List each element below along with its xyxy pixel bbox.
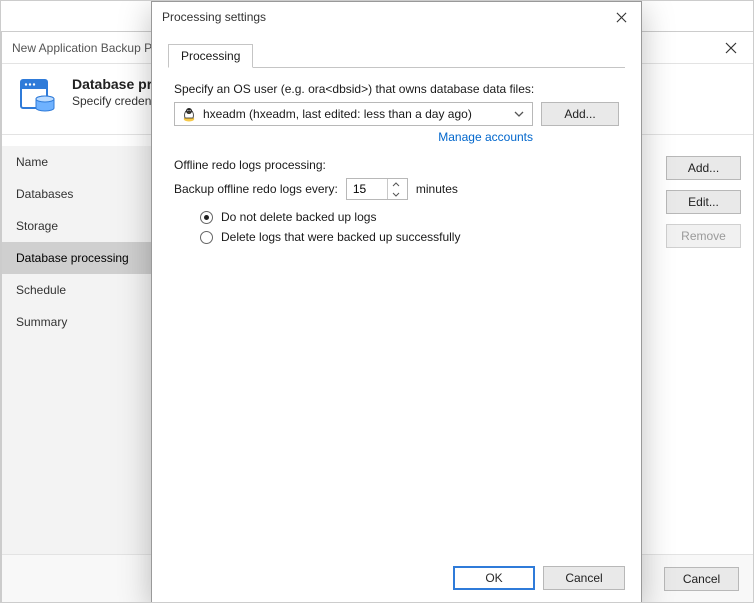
- spinner-down-button[interactable]: [388, 189, 405, 199]
- dialog-footer: OK Cancel: [152, 554, 641, 602]
- chevron-down-icon: [392, 192, 400, 197]
- processing-settings-dialog: Processing settings Processing Specify a…: [151, 1, 642, 603]
- linux-user-icon: [181, 106, 197, 122]
- dialog-title: Processing settings: [152, 10, 266, 24]
- wizard-edit-button[interactable]: Edit...: [666, 190, 741, 214]
- tab-processing[interactable]: Processing: [168, 44, 253, 68]
- os-user-label: Specify an OS user (e.g. ora<dbsid>) tha…: [174, 82, 619, 96]
- redo-interval-unit: minutes: [416, 182, 458, 196]
- chevron-down-icon: [512, 111, 526, 117]
- tabstrip: Processing: [168, 44, 625, 68]
- redo-interval-spinner[interactable]: [346, 178, 408, 200]
- os-user-combo[interactable]: hxeadm (hxeadm, last edited: less than a…: [174, 102, 533, 126]
- wizard-remove-button: Remove: [666, 224, 741, 248]
- wizard-cancel-button[interactable]: Cancel: [664, 567, 739, 591]
- wizard-add-button[interactable]: Add...: [666, 156, 741, 180]
- radio-icon: [200, 211, 213, 224]
- tab-panel-processing: Specify an OS user (e.g. ora<dbsid>) tha…: [168, 68, 625, 554]
- close-icon: [725, 42, 737, 54]
- close-icon: [616, 12, 627, 23]
- radio-delete-successful[interactable]: Delete logs that were backed up successf…: [200, 230, 619, 244]
- nav-item-name[interactable]: Name: [2, 146, 176, 178]
- redo-delete-radiogroup: Do not delete backed up logs Delete logs…: [174, 210, 619, 244]
- manage-accounts-link[interactable]: Manage accounts: [438, 130, 533, 144]
- database-wizard-icon: [18, 76, 58, 116]
- radio-icon: [200, 231, 213, 244]
- radio-delete-successful-label: Delete logs that were backed up successf…: [221, 230, 460, 244]
- chevron-up-icon: [392, 182, 400, 187]
- redo-interval-input[interactable]: [347, 179, 387, 199]
- nav-item-databases[interactable]: Databases: [2, 178, 176, 210]
- nav-item-storage[interactable]: Storage: [2, 210, 176, 242]
- os-user-combo-text: hxeadm (hxeadm, last edited: less than a…: [203, 107, 512, 121]
- radio-do-not-delete-label: Do not delete backed up logs: [221, 210, 376, 224]
- cancel-button[interactable]: Cancel: [543, 566, 625, 590]
- wizard-title: New Application Backup Policy: [2, 41, 176, 55]
- nav-item-schedule[interactable]: Schedule: [2, 274, 176, 306]
- spinner-up-button[interactable]: [388, 179, 405, 189]
- dialog-close-button[interactable]: [601, 2, 641, 32]
- dialog-titlebar: Processing settings: [152, 2, 641, 32]
- add-os-user-button[interactable]: Add...: [541, 102, 619, 126]
- radio-do-not-delete[interactable]: Do not delete backed up logs: [200, 210, 619, 224]
- nav-item-database-processing[interactable]: Database processing: [2, 242, 176, 274]
- nav-item-summary[interactable]: Summary: [2, 306, 176, 338]
- redo-interval-label: Backup offline redo logs every:: [174, 182, 338, 196]
- ok-button[interactable]: OK: [453, 566, 535, 590]
- wizard-close-button[interactable]: [709, 32, 753, 63]
- redo-logs-section-label: Offline redo logs processing:: [174, 158, 619, 172]
